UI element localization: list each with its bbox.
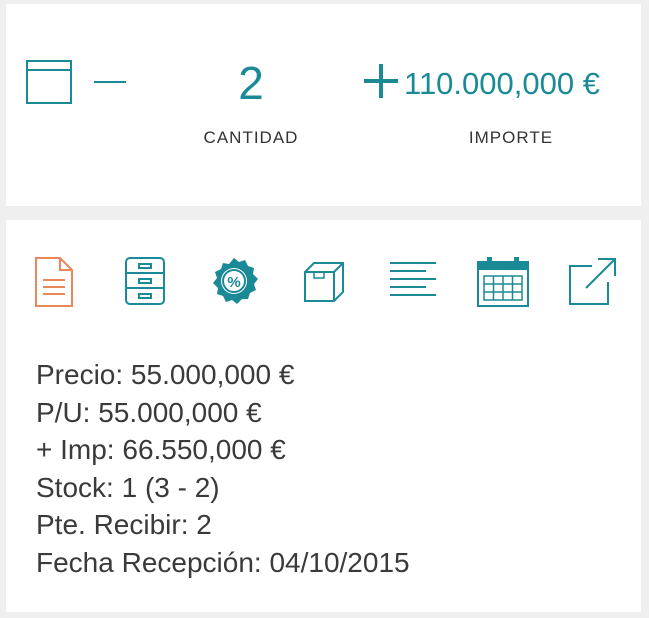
minus-icon[interactable] — [92, 74, 128, 90]
detail-list: Precio: 55.000,000 € P/U: 55.000,000 € +… — [36, 356, 410, 581]
text-lines-icon[interactable] — [388, 260, 438, 302]
tax-line: + Imp: 66.550,000 € — [36, 434, 286, 465]
unit-price-line: P/U: 55.000,000 € — [36, 396, 262, 428]
pending-receive-line: Pte. Recibir: 2 — [36, 509, 212, 540]
reception-date-line: Fecha Recepción: 04/10/2015 — [36, 546, 410, 578]
amount-value[interactable]: 110.000,000 € — [404, 62, 634, 106]
amount-label: IMPORTE — [468, 128, 554, 147]
quantity-card: 2 CANTIDAD 110.000,000 € IMPORTE — [6, 4, 641, 206]
plus-icon[interactable] — [362, 62, 400, 100]
details-card: % Precio: 55.000,000 € P/U: 55.000,000 €… — [6, 220, 641, 612]
box-icon[interactable] — [302, 260, 346, 304]
external-link-icon[interactable] — [566, 256, 618, 308]
quantity-label: CANTIDAD — [203, 128, 299, 147]
stock-line: Stock: 1 (3 - 2) — [36, 471, 220, 503]
svg-text:%: % — [227, 274, 240, 291]
discount-badge-icon[interactable]: % — [208, 256, 260, 308]
calendar-icon[interactable] — [476, 256, 530, 308]
document-icon[interactable] — [32, 256, 76, 308]
filing-cabinet-icon[interactable] — [124, 256, 166, 306]
window-icon[interactable] — [26, 60, 72, 104]
quantity-value[interactable]: 2 — [196, 54, 306, 112]
price-line: Precio: 55.000,000 € — [36, 359, 295, 390]
